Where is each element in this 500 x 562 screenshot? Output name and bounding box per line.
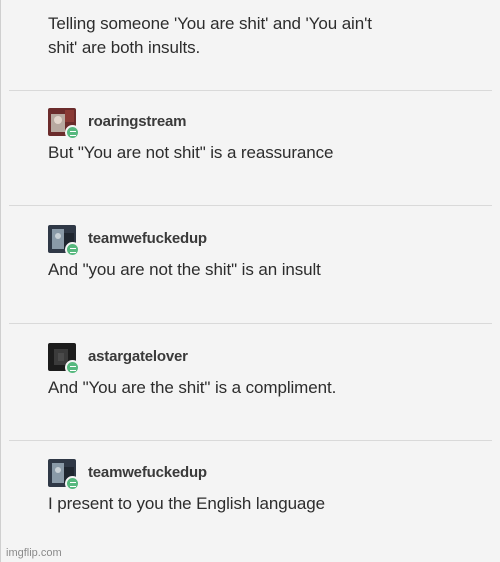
username[interactable]: teamwefuckedup bbox=[88, 230, 207, 247]
reply-1: roaringstream But "You are not shit" is … bbox=[48, 108, 488, 164]
reply-header: teamwefuckedup bbox=[48, 225, 488, 259]
follow-badge-icon bbox=[65, 242, 80, 257]
divider bbox=[9, 323, 492, 324]
reply-text: And "You are the shit" is a compliment. bbox=[48, 378, 337, 397]
divider bbox=[9, 440, 492, 441]
reply-3: astargatelover And "You are the shit" is… bbox=[48, 343, 488, 399]
reply-4: teamwefuckedup I present to you the Engl… bbox=[48, 459, 488, 515]
reply-text: And "you are not the shit" is an insult bbox=[48, 260, 321, 279]
follow-badge-icon bbox=[65, 125, 80, 140]
original-post-line-2: shit' are both insults. bbox=[48, 38, 201, 57]
follow-badge-icon bbox=[65, 360, 80, 375]
follow-badge-icon bbox=[65, 476, 80, 491]
username[interactable]: astargatelover bbox=[88, 348, 188, 365]
watermark: imgflip.com bbox=[6, 547, 62, 559]
divider bbox=[9, 205, 492, 206]
reply-text: But "You are not shit" is a reassurance bbox=[48, 143, 334, 162]
reply-text: I present to you the English language bbox=[48, 494, 325, 513]
reply-header: astargatelover bbox=[48, 343, 488, 377]
divider bbox=[9, 90, 492, 91]
reply-2: teamwefuckedup And "you are not the shit… bbox=[48, 225, 488, 281]
original-post-line-1: Telling someone 'You are shit' and 'You … bbox=[48, 14, 372, 33]
username[interactable]: teamwefuckedup bbox=[88, 464, 207, 481]
tumblr-post-screenshot: Telling someone 'You are shit' and 'You … bbox=[0, 0, 500, 562]
username[interactable]: roaringstream bbox=[88, 113, 186, 130]
reply-header: roaringstream bbox=[48, 108, 488, 142]
original-post-text: Telling someone 'You are shit' and 'You … bbox=[48, 12, 478, 60]
reply-header: teamwefuckedup bbox=[48, 459, 488, 493]
